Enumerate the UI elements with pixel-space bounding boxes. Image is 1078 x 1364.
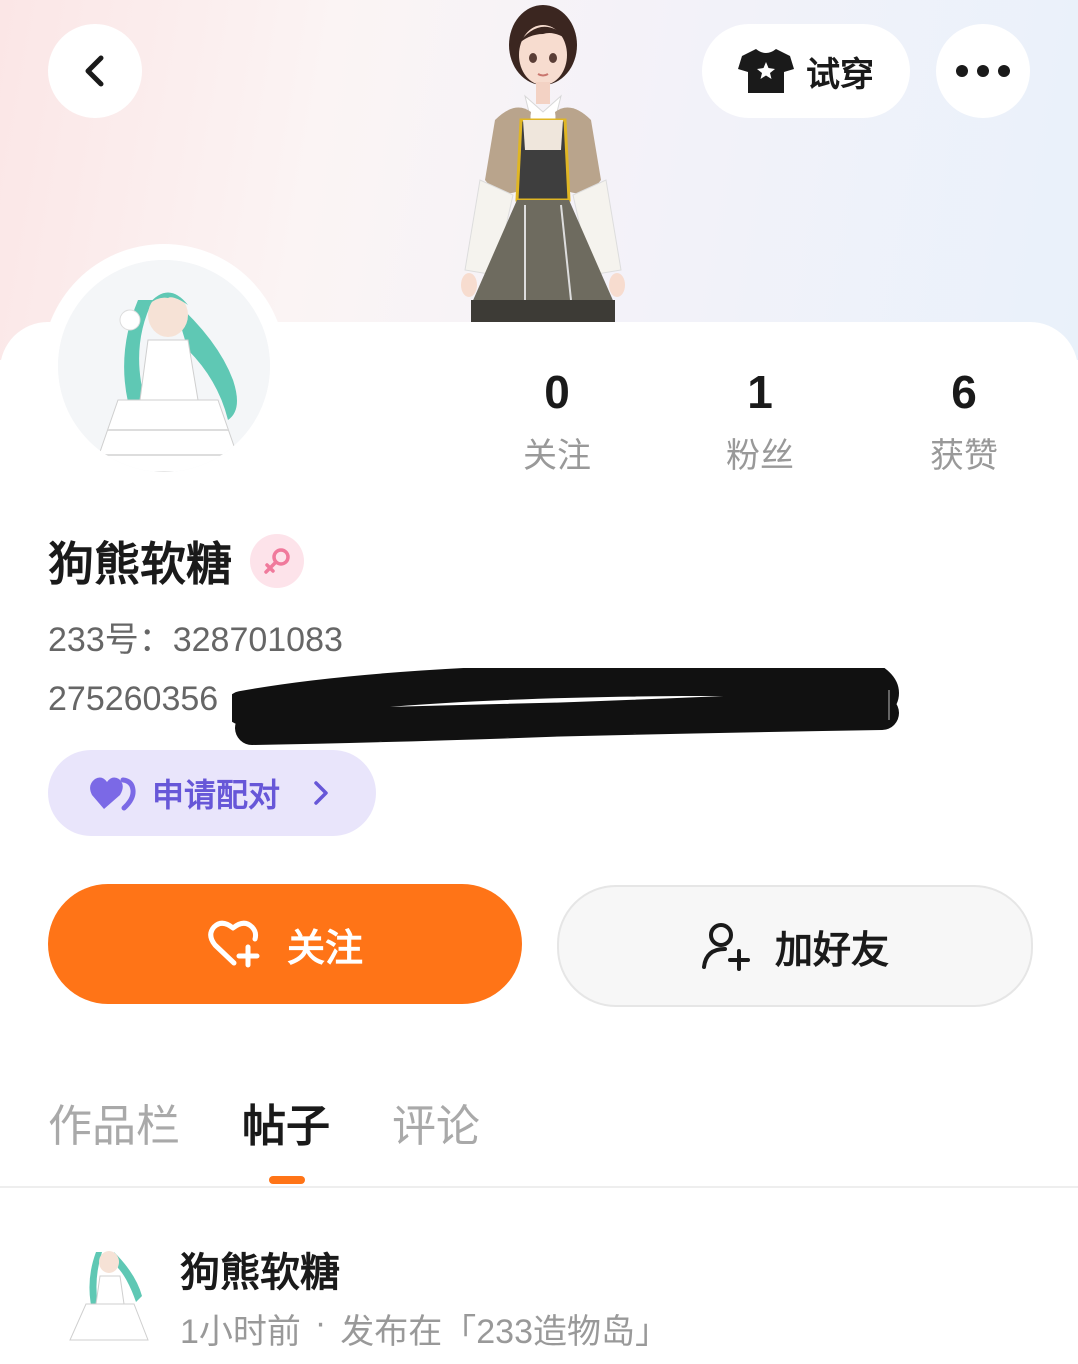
user-id: 233号：328701083 <box>48 621 343 659</box>
pair-request-label: 申请配对 <box>152 777 281 813</box>
more-button[interactable] <box>936 24 1030 118</box>
try-on-button[interactable]: 试穿 <box>702 24 910 118</box>
likes-count: 6 <box>951 366 977 418</box>
tshirt-icon <box>738 49 794 93</box>
follow-label: 关注 <box>286 927 363 970</box>
post-location[interactable]: 发布在「233造物岛」 <box>340 1304 669 1353</box>
pair-request-button[interactable]: 申请配对 <box>48 750 376 836</box>
chevron-right-icon <box>314 781 328 805</box>
tabs-divider <box>0 1186 1078 1188</box>
character-illustration <box>461 5 625 322</box>
add-friend-label: 加好友 <box>774 929 889 972</box>
chevron-left-icon <box>85 55 104 87</box>
redaction-scribble <box>232 668 899 745</box>
followers-label: 粉丝 <box>726 437 794 475</box>
name-row: 狗熊软糖 <box>48 528 304 594</box>
content-tabs: 作品栏 帖子 评论 <box>48 1090 480 1154</box>
profile-name: 狗熊软糖 <box>48 538 232 590</box>
avatar[interactable] <box>58 260 270 472</box>
avatar-illustration <box>58 260 270 472</box>
heart-plus-icon <box>208 920 260 968</box>
meta-separator: · <box>314 1304 327 1342</box>
active-tab-indicator <box>269 1176 305 1184</box>
post-author-avatar[interactable] <box>62 1234 154 1342</box>
tab-comments[interactable]: 评论 <box>392 1090 480 1154</box>
user-plus-icon <box>701 923 750 971</box>
following-count: 0 <box>544 366 570 418</box>
stat-following[interactable]: 0 关注 <box>487 362 627 477</box>
double-heart-icon <box>90 777 136 811</box>
follow-button[interactable]: 关注 <box>48 884 522 1004</box>
followers-count: 1 <box>747 366 773 418</box>
tab-works[interactable]: 作品栏 <box>48 1090 180 1154</box>
following-label: 关注 <box>523 437 591 475</box>
post-author-name[interactable]: 狗熊软糖 <box>180 1240 340 1298</box>
bio-text: 275260356 <box>48 680 219 718</box>
try-on-label: 试穿 <box>806 55 874 94</box>
back-button[interactable] <box>48 24 142 118</box>
post-time: 1小时前 <box>180 1313 301 1351</box>
more-icon <box>956 65 1010 77</box>
female-icon <box>250 534 304 588</box>
stat-followers[interactable]: 1 粉丝 <box>690 362 830 477</box>
tab-posts[interactable]: 帖子 <box>242 1090 330 1154</box>
add-friend-button[interactable]: 加好友 <box>557 885 1033 1007</box>
likes-label: 获赞 <box>930 437 998 475</box>
stat-likes[interactable]: 6 获赞 <box>894 362 1034 477</box>
post-meta: 1小时前 · 发布在「233造物岛」 <box>180 1304 669 1353</box>
